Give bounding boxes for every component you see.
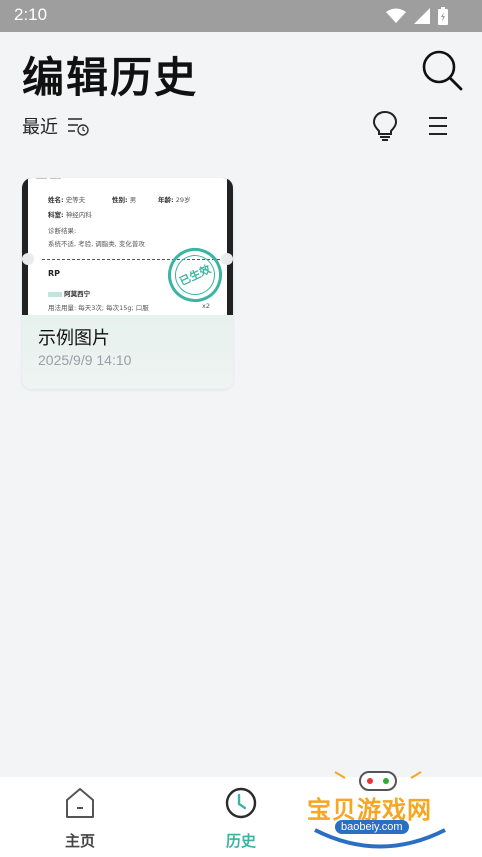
search-icon (422, 50, 463, 91)
sort-label: 最近 (22, 117, 58, 138)
status-bar: 2:10 (0, 0, 482, 32)
doc-dept-value: 神经内科 (65, 211, 92, 219)
doc-drug-name: 阿莫西宁 (64, 290, 91, 298)
signal-icon (414, 8, 430, 24)
history-card[interactable]: ── ── 姓名: 史等夫 性别: 男 年龄: 29岁 科室: 神经内科 诊断结… (22, 178, 233, 389)
nav-label-home: 主页 (64, 832, 95, 850)
card-title: 示例图片 (38, 328, 110, 349)
nav-item-history[interactable]: 历史 (181, 777, 301, 857)
clock-icon (225, 787, 257, 819)
search-button[interactable] (420, 48, 464, 92)
doc-quantity: x2 (202, 302, 210, 310)
site-watermark: 宝贝游戏网 baobeiy.com (305, 768, 455, 854)
doc-age-label: 年龄: (158, 196, 174, 204)
watermark-url: baobeiy.com (335, 820, 409, 834)
doc-usage: 用法用量: 每天3次; 每次15g; 口服 (48, 304, 149, 312)
doc-rp-label: RP (48, 269, 61, 278)
doc-age-value: 29岁 (175, 196, 191, 204)
menu-icon (429, 117, 447, 135)
doc-diagnosis-value: 系统不适, 考验, 调脂类, 变化普攻 (48, 240, 145, 248)
nav-label-history: 历史 (225, 832, 256, 850)
card-timestamp: 2025/9/9 14:10 (38, 352, 132, 368)
nav-item-home[interactable]: 主页 (20, 777, 140, 857)
doc-gender-value: 男 (129, 196, 137, 204)
wifi-icon (386, 8, 406, 23)
effective-stamp: 已生效 (159, 239, 227, 311)
status-time: 2:10 (14, 5, 48, 24)
card-thumbnail: ── ── 姓名: 史等夫 性别: 男 年龄: 29岁 科室: 神经内科 诊断结… (22, 178, 233, 315)
doc-gender-label: 性别: (112, 196, 128, 204)
doc-drug-tag (48, 291, 62, 297)
lightbulb-icon (372, 110, 398, 141)
home-icon (66, 788, 94, 818)
doc-notch-left (22, 253, 34, 265)
doc-name-value: 史等夫 (65, 196, 86, 204)
tips-button[interactable] (371, 110, 399, 142)
doc-diagnosis-label: 诊断结果: (48, 227, 77, 235)
card-info: 示例图片 2025/9/9 14:10 (22, 315, 233, 389)
page-title: 编辑历史 (22, 53, 199, 102)
menu-button[interactable] (426, 114, 452, 138)
doc-dept-label: 科室: (48, 211, 64, 219)
battery-icon (438, 7, 448, 25)
prescription-document: ── ── 姓名: 史等夫 性别: 男 年龄: 29岁 科室: 神经内科 诊断结… (28, 178, 227, 315)
sort-control[interactable]: 最近 (22, 113, 90, 139)
doc-notch-right (221, 253, 233, 265)
status-icons (386, 7, 448, 25)
doc-header-fragment: ── ── (36, 178, 61, 184)
sort-recent-icon (68, 118, 89, 136)
doc-name-label: 姓名: (48, 196, 64, 204)
